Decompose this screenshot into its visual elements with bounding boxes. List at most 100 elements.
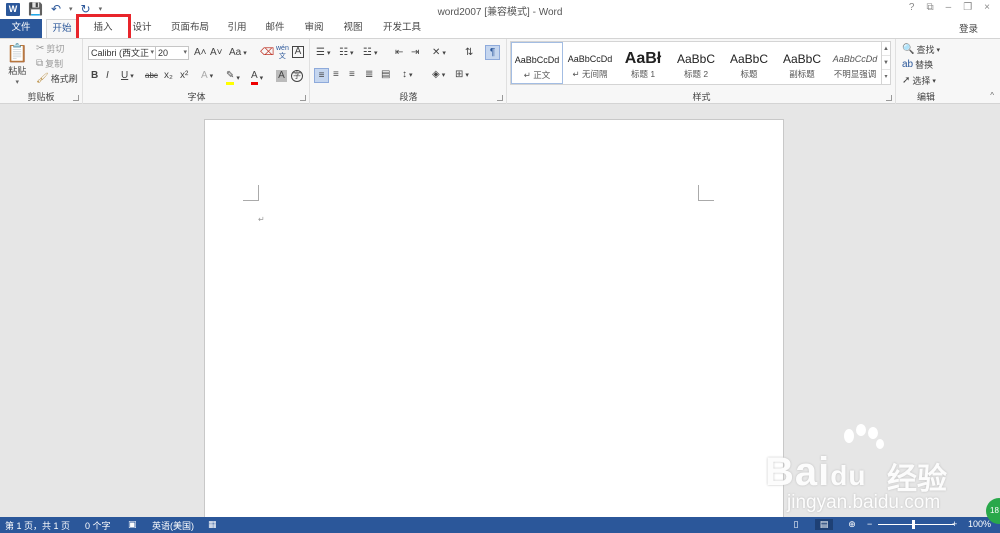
tab-references[interactable]: 引用 <box>222 19 252 38</box>
character-shading-button[interactable]: A <box>276 70 287 82</box>
grow-font-button[interactable]: A˄ <box>194 47 207 59</box>
copy-button[interactable]: ⧉ 复制 <box>36 57 63 70</box>
font-color-button[interactable]: A ▾ <box>251 70 263 85</box>
numbering-button[interactable]: ☷ ▾ <box>339 47 353 59</box>
word-count[interactable]: 0 个字 <box>85 519 111 532</box>
restore-icon[interactable]: ❐ <box>963 2 972 13</box>
gallery-up-icon[interactable]: ▲ <box>882 42 890 56</box>
increase-indent-button[interactable]: ⇥ <box>411 47 419 59</box>
tab-review[interactable]: 审阅 <box>299 19 329 38</box>
style-heading-2[interactable]: AaBbC 标题 2 <box>670 42 722 84</box>
select-button[interactable]: ➚ 选择 ▾ <box>902 74 936 87</box>
italic-button[interactable]: I <box>106 70 109 82</box>
chinese-layout-button[interactable]: ✕ ▾ <box>432 47 446 59</box>
subscript-icon: x₂ <box>164 70 173 81</box>
change-case-button[interactable]: Aa ▾ <box>229 47 247 59</box>
help-icon[interactable]: ? <box>909 2 915 13</box>
font-size-select[interactable]: 20 ▾ <box>155 46 189 60</box>
highlight-color-button[interactable]: ✎ ▾ <box>226 70 240 85</box>
underline-button[interactable]: U ▾ <box>121 70 134 82</box>
page-count[interactable]: 第 1 页，共 1 页 <box>5 519 70 532</box>
style-subtle-emphasis[interactable]: AaBbCcDd 不明显强调 <box>829 42 881 84</box>
text-effects-button[interactable]: A ▾ <box>201 70 213 82</box>
paragraph-mark-icon: ¶ <box>489 46 496 58</box>
zoom-in-button[interactable]: + <box>952 519 957 529</box>
font-name-select[interactable]: Calibri (西文正 ▾ <box>88 46 156 60</box>
style-subtitle[interactable]: AaBbC 副标题 <box>776 42 828 84</box>
chevron-down-icon: ▾ <box>183 49 187 56</box>
paragraph-launcher-icon[interactable] <box>497 95 503 101</box>
collapse-ribbon-icon[interactable]: ^ <box>990 91 994 100</box>
justify-button[interactable]: ≣ <box>365 69 373 81</box>
proofing-icon[interactable]: ▣ <box>128 519 137 530</box>
format-painter-button[interactable]: 🖌 格式刷 <box>36 72 78 85</box>
superscript-button[interactable]: x² <box>180 70 188 82</box>
language[interactable]: 英语(美国) <box>152 519 194 532</box>
enclose-characters-button[interactable]: 字 <box>291 70 303 82</box>
gallery-down-icon[interactable]: ▼ <box>882 56 890 70</box>
clear-formatting-button[interactable]: ⌫ <box>260 47 274 59</box>
align-center-button[interactable]: ≡ <box>333 69 339 81</box>
zoom-slider-thumb[interactable] <box>912 520 915 529</box>
decrease-indent-button[interactable]: ⇤ <box>395 47 403 59</box>
read-mode-icon[interactable]: ▯ <box>790 519 802 530</box>
font-launcher-icon[interactable] <box>300 95 306 101</box>
replace-button[interactable]: ab 替换 <box>902 58 933 71</box>
paste-button[interactable]: 📋 粘贴 ▾ <box>6 43 28 86</box>
find-button[interactable]: 🔍 查找 ▾ <box>902 43 940 56</box>
line-spacing-button[interactable]: ↕ ▾ <box>402 69 413 81</box>
style-no-spacing[interactable]: AaBbCcDd ↵ 无间隔 <box>564 42 616 84</box>
zoom-out-button[interactable]: − <box>867 519 872 529</box>
macro-recording-icon[interactable]: ▦ <box>208 519 217 530</box>
paragraph-mark: ↵ <box>258 215 265 224</box>
subscript-button[interactable]: x₂ <box>164 70 173 82</box>
character-border-button[interactable]: A <box>292 46 304 58</box>
bullets-button[interactable]: ☰ ▾ <box>316 47 330 59</box>
close-icon[interactable]: × <box>984 2 990 13</box>
align-center-icon: ≡ <box>333 69 339 80</box>
cut-button[interactable]: ✂ 剪切 <box>36 42 64 55</box>
show-marks-button[interactable]: ¶ <box>485 45 500 60</box>
title-bar: W 💾 ↶ ▾ ↻ ▾ word2007 [兼容模式] - Word ? ⧉ –… <box>0 0 1000 19</box>
zoom-level[interactable]: 100% <box>968 519 991 529</box>
bullet-list-icon: ☰ <box>316 47 325 58</box>
scissors-icon: ✂ <box>36 42 45 54</box>
phonetic-guide-button[interactable]: wén 文 <box>276 45 289 61</box>
shading-button[interactable]: ◈ ▾ <box>432 69 445 81</box>
tab-home[interactable]: 开始 <box>46 19 78 39</box>
clipboard-launcher-icon[interactable] <box>73 95 79 101</box>
tab-mailings[interactable]: 邮件 <box>260 19 290 38</box>
align-left-button[interactable]: ≡ <box>314 68 329 83</box>
minimize-icon[interactable]: – <box>946 2 952 13</box>
document-page[interactable]: ↵ <box>204 119 784 519</box>
enclose-characters-icon: 字 <box>291 70 303 82</box>
ribbon-display-icon[interactable]: ⧉ <box>926 2 933 13</box>
tab-developer[interactable]: 开发工具 <box>378 19 426 38</box>
superscript-icon: x² <box>180 70 189 81</box>
window-controls: ? ⧉ – ❐ × <box>909 2 990 13</box>
style-title[interactable]: AaBbC 标题 <box>723 42 775 84</box>
styles-launcher-icon[interactable] <box>886 95 892 101</box>
shrink-font-button[interactable]: A˅ <box>210 47 223 59</box>
tab-page-layout[interactable]: 页面布局 <box>166 19 214 38</box>
sign-in-link[interactable]: 登录 <box>959 21 978 35</box>
borders-button[interactable]: ⊞ ▾ <box>455 69 469 81</box>
web-layout-icon[interactable]: ⊕ <box>846 519 858 530</box>
gallery-more-icon[interactable]: ▾ <box>882 70 890 84</box>
align-right-button[interactable]: ≡ <box>349 69 355 81</box>
distributed-button[interactable]: ▤ <box>381 69 390 81</box>
tab-file[interactable]: 文件 <box>0 19 42 38</box>
style-heading-1[interactable]: AaBł 标题 1 <box>617 42 669 84</box>
chevron-down-icon: ▾ <box>150 49 154 56</box>
zoom-slider[interactable] <box>878 524 954 525</box>
tab-design[interactable]: 设计 <box>127 19 157 38</box>
strikethrough-button[interactable]: abc <box>145 70 158 82</box>
style-normal[interactable]: AaBbCcDd ↵ 正文 <box>511 42 563 84</box>
tab-view[interactable]: 视图 <box>338 19 368 38</box>
character-border-icon: A <box>292 46 304 58</box>
font-group: Calibri (西文正 ▾ 20 ▾ A˄ A˅ Aa ▾ ⌫ wén 文 A B I… <box>84 39 310 104</box>
sort-button[interactable]: ⇅ <box>465 47 473 59</box>
bold-button[interactable]: B <box>91 70 98 82</box>
print-layout-icon[interactable]: ▤ <box>815 519 833 530</box>
multilevel-list-button[interactable]: ☳ ▾ <box>363 47 377 59</box>
